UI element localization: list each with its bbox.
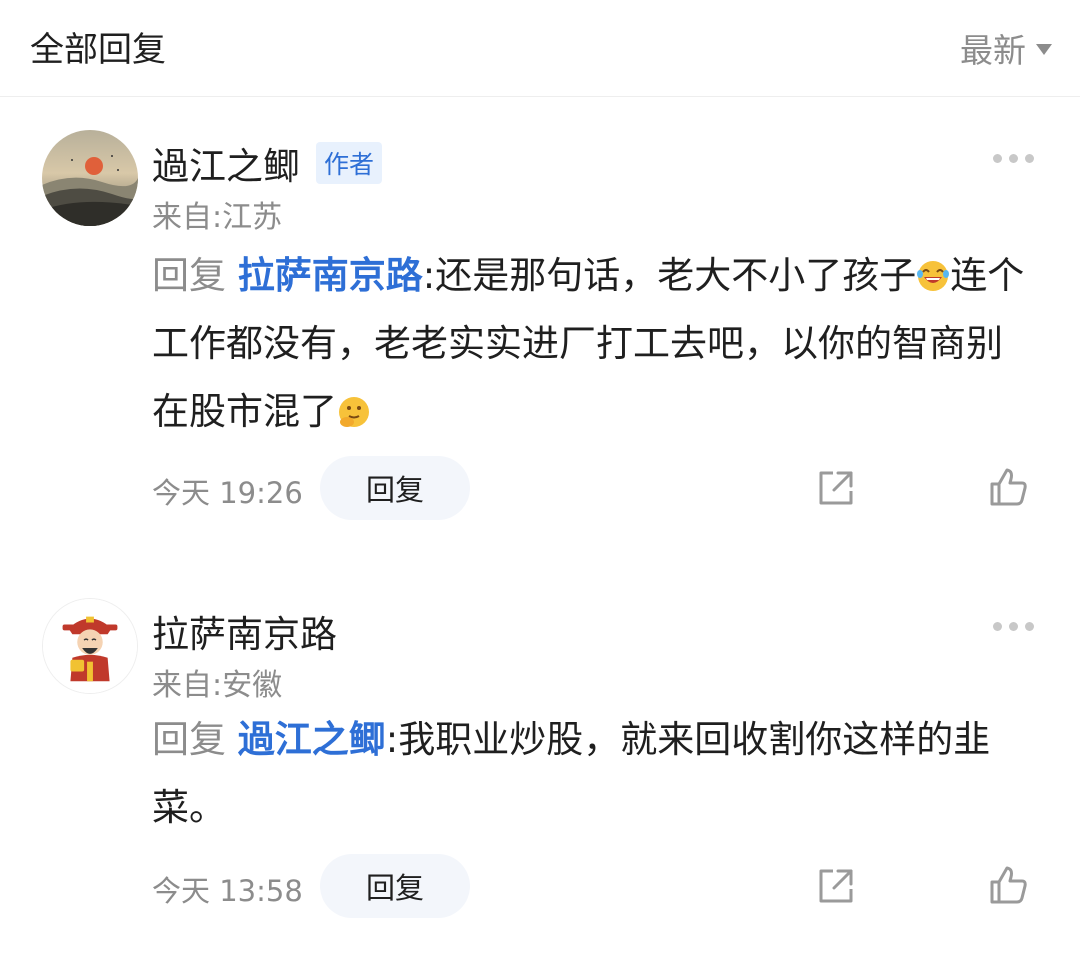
more-options-icon[interactable] xyxy=(989,150,1038,167)
author-name[interactable]: 過江之鲫 xyxy=(152,136,300,190)
share-icon[interactable] xyxy=(816,866,856,906)
timestamp: 今天 13:58 xyxy=(152,874,303,908)
thumbs-up-icon[interactable] xyxy=(988,864,1030,906)
comment-text: 回复 過江之鲫:我职业炒股，就来回收割你这样的韭菜。 xyxy=(152,706,1032,842)
sunset-landscape-avatar-image xyxy=(42,130,138,226)
thinking-emoji-icon xyxy=(339,397,369,427)
author-row: 過江之鲫 作者 xyxy=(152,136,383,190)
comment-footer: 今天 13:58 回复 xyxy=(152,854,1042,918)
replies-header: 全部回复 最新 xyxy=(0,0,1080,97)
timestamp: 今天 19:26 xyxy=(152,476,303,510)
sort-label: 最新 xyxy=(960,31,1026,70)
reply-prefix: 回复 xyxy=(152,254,226,297)
laughing-tears-emoji-icon xyxy=(917,261,950,291)
avatar[interactable] xyxy=(42,130,138,226)
avatar[interactable] xyxy=(42,598,138,694)
location-label: 来自:安徽 xyxy=(152,668,283,703)
page-title: 全部回复 xyxy=(30,30,166,70)
fortune-god-avatar-image xyxy=(43,599,137,693)
mention-link[interactable]: 過江之鲫 xyxy=(238,718,386,761)
mention-colon: : xyxy=(422,254,436,297)
mention-link[interactable]: 拉萨南京路 xyxy=(238,254,423,297)
author-name[interactable]: 拉萨南京路 xyxy=(152,604,337,658)
location-label: 来自:江苏 xyxy=(152,200,283,235)
more-options-icon[interactable] xyxy=(989,618,1038,635)
comment-text-part1: 还是那句话，老大不小了孩子 xyxy=(435,254,917,297)
reply-button[interactable]: 回复 xyxy=(320,456,470,520)
comment-footer: 今天 19:26 回复 xyxy=(152,456,1042,520)
reply-prefix: 回复 xyxy=(152,718,226,761)
sort-dropdown[interactable]: 最新 xyxy=(960,24,1052,72)
share-icon[interactable] xyxy=(816,468,856,508)
author-row: 拉萨南京路 xyxy=(152,604,337,658)
reply-button[interactable]: 回复 xyxy=(320,854,470,918)
author-badge: 作者 xyxy=(316,142,383,184)
mention-colon: : xyxy=(385,718,399,761)
thumbs-up-icon[interactable] xyxy=(988,466,1030,508)
caret-down-icon xyxy=(1036,43,1052,55)
comment-text: 回复 拉萨南京路:还是那句话，老大不小了孩子 连个工作都没有，老老实实进厂打工去… xyxy=(152,242,1032,446)
